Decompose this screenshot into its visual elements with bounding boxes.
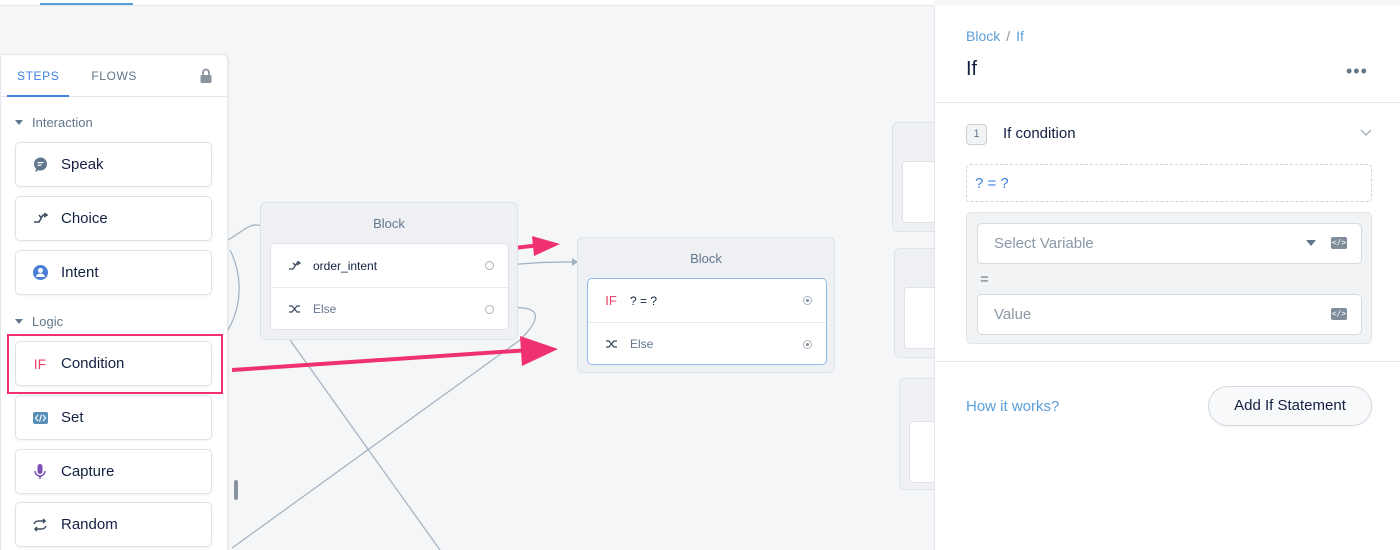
variable-icon[interactable]: </> [1331, 237, 1347, 249]
output-port[interactable] [803, 340, 812, 349]
intent-row-label: order_intent [313, 258, 378, 273]
block-node-1[interactable]: Block order_intent Else [260, 202, 518, 340]
caret-down-icon [15, 318, 23, 324]
block-steps: order_intent Else [270, 243, 509, 330]
condition-expression[interactable]: ? = ? [966, 164, 1372, 202]
step-intent[interactable]: Intent [15, 250, 212, 295]
breadcrumb: Block / If [966, 28, 1024, 44]
value-input-placeholder: Value [994, 306, 1032, 323]
connector-else-loop [231, 307, 536, 549]
if-icon: IF [605, 293, 617, 308]
partial-block-node[interactable] [892, 122, 934, 232]
variable-select-placeholder: Select Variable [994, 235, 1094, 252]
flow-canvas[interactable]: Block order_intent Else Block IF ? = ? E… [0, 0, 934, 550]
if-row-label: ? = ? [630, 293, 658, 308]
variable-icon[interactable]: </> [1331, 308, 1347, 320]
chevron-down-icon[interactable] [1360, 126, 1372, 138]
tab-flows[interactable]: FLOWS [91, 55, 137, 97]
if-row[interactable]: IF ? = ? [588, 279, 826, 322]
else-row[interactable]: Else [271, 287, 508, 330]
partial-block-step [902, 161, 934, 223]
partial-block-node[interactable] [894, 248, 934, 358]
editor-panel: Block / If If ••• 1 If condition ? = ? Sel… [934, 6, 1400, 550]
breadcrumb-block[interactable]: Block [966, 28, 1000, 44]
connector-left-curve [227, 249, 240, 331]
output-port[interactable] [803, 296, 812, 305]
partial-block-step [904, 287, 934, 349]
step-speak[interactable]: Speak [15, 142, 212, 187]
section-label: Logic [32, 313, 64, 329]
step-set[interactable]: Set [15, 395, 212, 440]
output-port[interactable] [485, 261, 494, 270]
connector-in-block1 [227, 224, 263, 241]
breadcrumb-separator: / [1006, 28, 1011, 44]
step-label: Random [61, 516, 118, 533]
more-options-icon[interactable]: ••• [1346, 61, 1368, 82]
user-icon [32, 265, 48, 281]
code-icon [32, 410, 48, 426]
step-choice[interactable]: Choice [15, 196, 212, 241]
divider [935, 361, 1400, 362]
connector-cross-line [289, 339, 441, 550]
step-label: Speak [61, 156, 104, 173]
step-label: Set [61, 409, 84, 426]
step-label: Capture [61, 463, 115, 480]
value-input[interactable]: Value </> [977, 294, 1362, 335]
speech-bubble-icon [32, 157, 48, 173]
section-interaction[interactable]: Interaction [1, 114, 93, 130]
else-row-label: Else [313, 302, 337, 316]
microphone-icon [32, 463, 48, 480]
caret-down-icon [15, 119, 23, 125]
branch-icon [287, 260, 301, 271]
condition-step[interactable]: IF ? = ? Else [587, 278, 827, 365]
shuffle-icon [287, 304, 301, 314]
output-port[interactable] [485, 305, 494, 314]
condition-highlight-box [7, 334, 223, 394]
annotation-arrow-bottom [231, 348, 531, 372]
sidebar-scrollbar[interactable] [234, 480, 238, 500]
tab-steps[interactable]: STEPS [7, 55, 70, 97]
shuffle-icon [604, 339, 618, 349]
block-title: Block [373, 216, 405, 231]
block-node-2[interactable]: Block IF ? = ? Else [577, 237, 835, 373]
else-row[interactable]: Else [588, 322, 826, 365]
else-row-label: Else [630, 337, 654, 351]
caret-down-icon [1306, 240, 1316, 246]
condition-editor: Select Variable </> = Value </> [966, 212, 1372, 344]
step-label: Choice [61, 210, 108, 227]
partial-block-step [909, 421, 934, 483]
condition-label: If condition [1003, 125, 1076, 142]
annotation-arrowhead-top [532, 236, 560, 256]
intent-row[interactable]: order_intent [271, 244, 508, 287]
lock-icon[interactable] [199, 68, 213, 84]
sidebar-tabs: STEPS FLOWS [1, 55, 227, 97]
annotation-arrowhead-bottom [520, 336, 558, 366]
breadcrumb-if[interactable]: If [1016, 28, 1024, 44]
divider [935, 102, 1400, 103]
step-capture[interactable]: Capture [15, 449, 212, 494]
branch-icon [32, 211, 48, 227]
equals-operator[interactable]: = [980, 271, 989, 288]
block-title: Block [690, 251, 722, 266]
step-label: Intent [61, 264, 99, 281]
step-random[interactable]: Random [15, 502, 212, 547]
partial-block-node[interactable] [899, 378, 934, 490]
shuffle-icon [32, 517, 48, 533]
section-logic[interactable]: Logic [1, 313, 63, 329]
page-title: If [966, 58, 978, 80]
add-if-statement-button[interactable]: Add If Statement [1208, 386, 1372, 426]
how-it-works-link[interactable]: How it works? [966, 398, 1059, 415]
variable-select[interactable]: Select Variable </> [977, 223, 1362, 264]
section-label: Interaction [32, 114, 93, 130]
condition-number-badge: 1 [966, 124, 987, 145]
connector-order-to-block2 [507, 261, 577, 266]
